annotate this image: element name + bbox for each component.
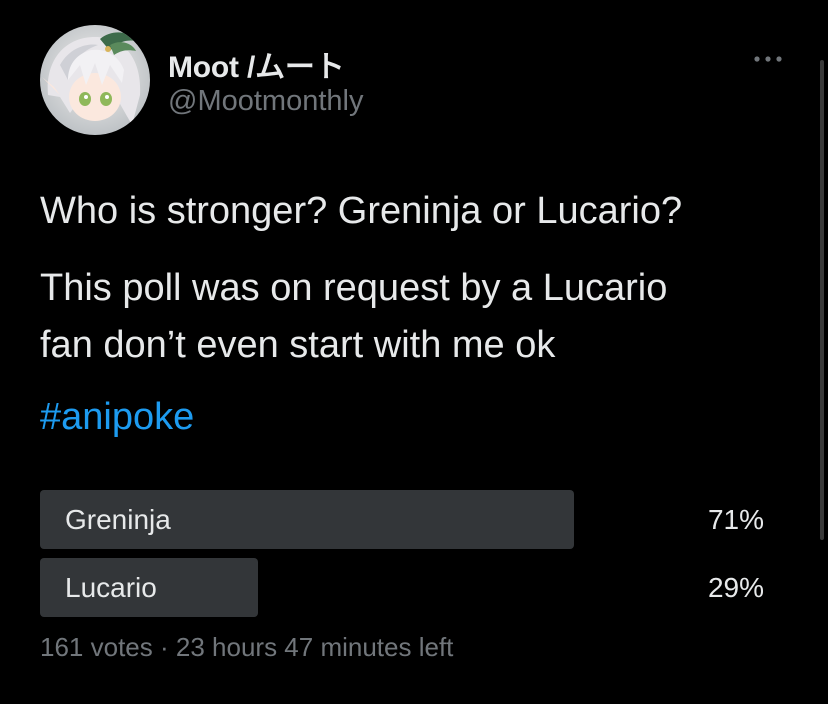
avatar[interactable] bbox=[40, 25, 150, 135]
tweet: Moot /ムート @Mootmonthly Who is stronger? … bbox=[0, 0, 828, 704]
tweet-text-line: fan don’t even start with me ok bbox=[40, 324, 556, 366]
user-handle[interactable]: @Mootmonthly bbox=[168, 85, 363, 118]
avatar-image bbox=[40, 25, 150, 135]
poll-option-percent: 29% bbox=[707, 572, 764, 603]
poll-option-lucario[interactable]: Lucario 29% bbox=[40, 558, 780, 617]
poll-option-percent: 71% bbox=[707, 504, 764, 535]
scrollbar[interactable] bbox=[820, 60, 824, 540]
more-horizontal-icon bbox=[754, 56, 782, 62]
tweet-text-line: This poll was on request by a Lucario bbox=[40, 267, 668, 309]
poll-vote-count: 161 votes bbox=[40, 632, 153, 662]
poll-option-greninja[interactable]: Greninja 71% bbox=[40, 490, 780, 549]
display-name[interactable]: Moot /ムート bbox=[168, 42, 345, 86]
poll-option-label: Greninja bbox=[65, 504, 171, 535]
poll-meta: 161 votes · 23 hours 47 minutes left bbox=[40, 632, 453, 663]
tweet-paragraph: This poll was on request by a Lucario fa… bbox=[40, 260, 800, 374]
separator-dot: · bbox=[159, 632, 169, 662]
tweet-text-line: Who is stronger? Greninja or Lucario? bbox=[40, 190, 683, 232]
poll-time-left: 23 hours 47 minutes left bbox=[175, 632, 454, 662]
poll-option-label: Lucario bbox=[65, 572, 157, 603]
more-options-button[interactable] bbox=[748, 46, 788, 72]
hashtag-link[interactable]: #anipoke bbox=[40, 392, 194, 442]
